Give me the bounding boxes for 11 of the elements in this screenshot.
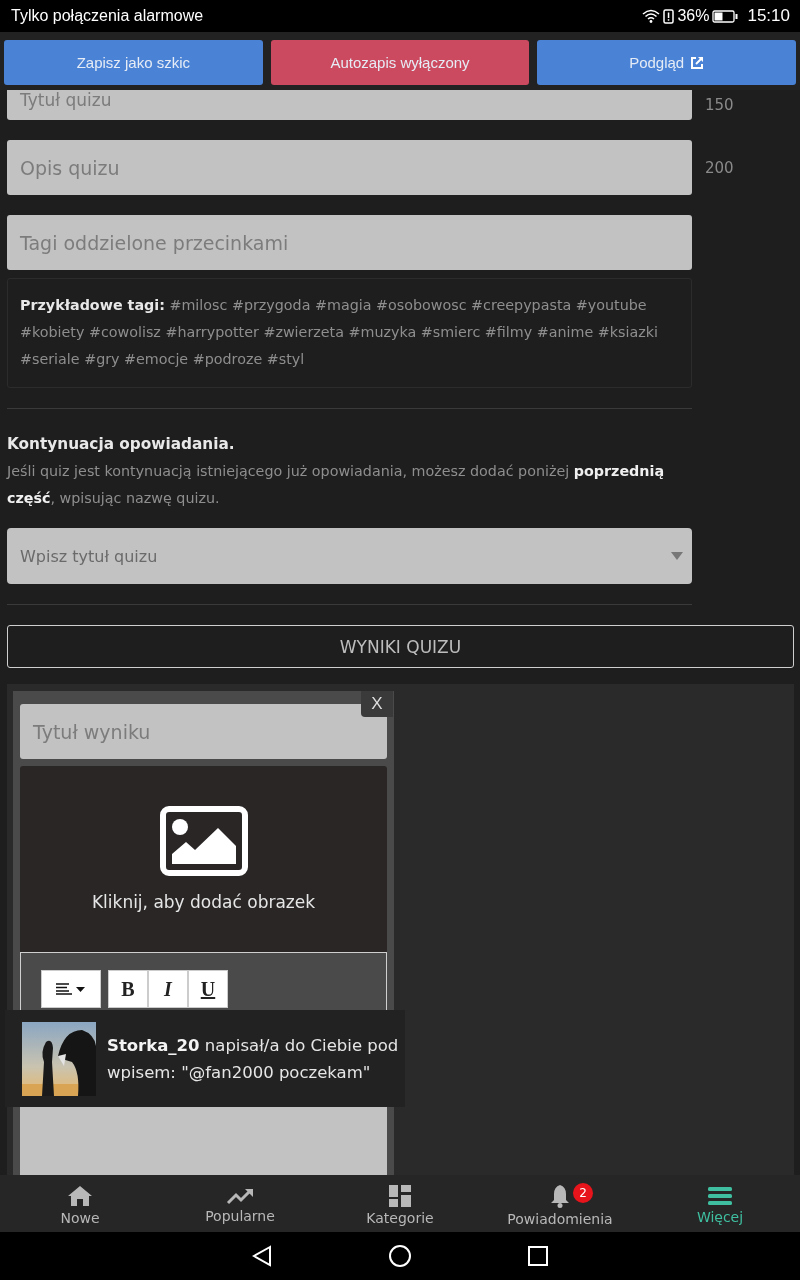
char-counter: 150	[705, 96, 734, 114]
notification-text: Storka_20 napisał/a do Ciebie pod wpisem: "@fan2000 poczekam"	[107, 1034, 400, 1084]
image-prompt: Kliknij, aby dodać obrazek	[91, 892, 316, 912]
char-counter: 200	[705, 158, 734, 177]
carrier-text: Tylko połączenia alarmowe	[11, 7, 204, 25]
clock: 15:10	[747, 6, 790, 26]
tags-hint: Przykładowe tagi: #milosc #przygoda #magia #osobowosc #creepypasta #youtube #kobiety #cowolisz #harrypotter #zwierzeta #muzyka #smierc #filmy #anime #ksiazki #seriale #gry #emocje #podroze #styl	[20, 296, 659, 369]
section-heading: Kontynuacja opowiadania.	[7, 434, 236, 455]
section-description: Jeśli quiz jest kontynuacją istniejącego już opowiadania, możesz dodać poniżej poprzednią część, wpisując nazwę quizu.	[7, 462, 666, 508]
battery-percent: 36%	[677, 7, 710, 25]
notification-badge: 2	[573, 1183, 593, 1203]
